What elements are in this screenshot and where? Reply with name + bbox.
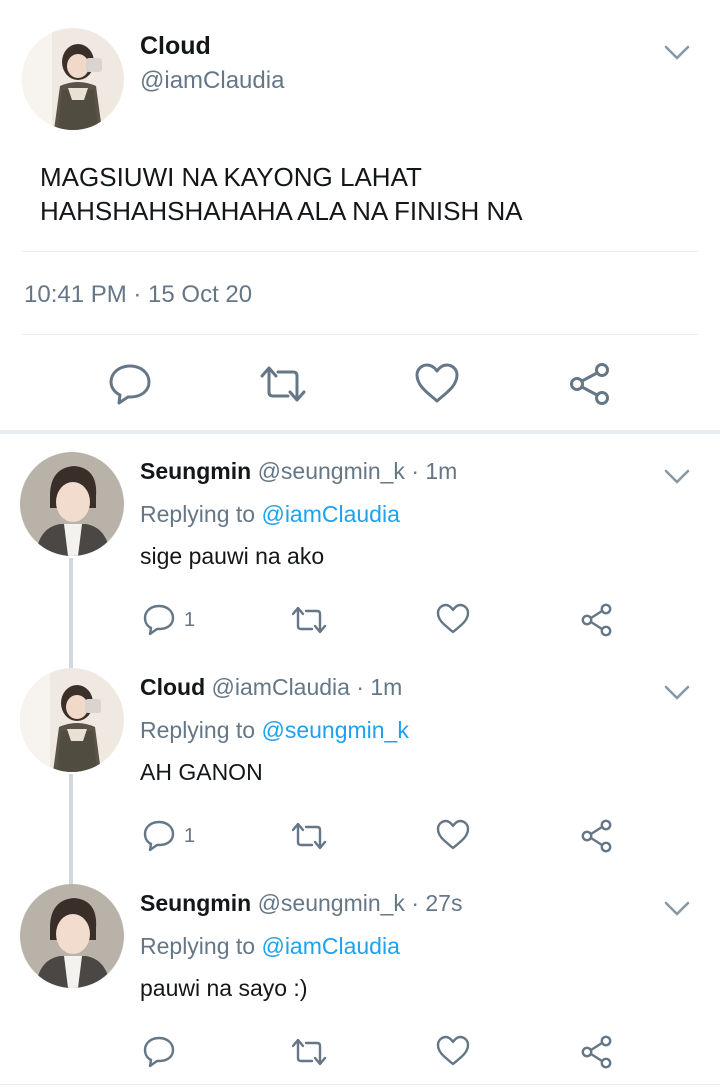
thread-connector: [69, 558, 73, 668]
divider: [22, 334, 698, 335]
reply-time[interactable]: · 27s: [411, 890, 462, 916]
like-icon[interactable]: [414, 362, 460, 404]
reply-icon[interactable]: [142, 820, 176, 852]
tweet-timestamp[interactable]: 10:41 PM · 15 Oct 20: [24, 281, 252, 309]
reply-time[interactable]: · 1m: [411, 458, 457, 484]
reply-author-handle[interactable]: @iamClaudia: [212, 674, 350, 700]
main-tweet-author-handle[interactable]: @iamClaudia: [140, 67, 284, 95]
chevron-down-icon[interactable]: [663, 44, 691, 62]
reply-count: 1: [184, 825, 196, 847]
share-icon[interactable]: [580, 819, 614, 853]
reply-header: Cloud @iamClaudia · 1m: [140, 674, 402, 701]
divider: [22, 251, 698, 252]
reply-author-name[interactable]: Cloud: [140, 674, 205, 700]
share-icon[interactable]: [580, 603, 614, 637]
avatar-seungmin[interactable]: [20, 452, 124, 556]
reply-text: pauwi na sayo :): [140, 975, 308, 1001]
replying-to-mention[interactable]: @iamClaudia: [261, 501, 399, 527]
replying-to-label: Replying to: [140, 717, 262, 743]
reply-author-name[interactable]: Seungmin: [140, 458, 251, 484]
replying-to-label: Replying to: [140, 933, 262, 959]
replying-to: Replying to @iamClaudia: [140, 933, 400, 960]
main-tweet-text-line1: MAGSIUWI NA KAYONG LAHAT: [40, 162, 422, 192]
retweet-icon[interactable]: [290, 821, 328, 851]
main-tweet-text: MAGSIUWI NA KAYONG LAHAT HAHSHAHSHAHAHA …: [40, 160, 680, 228]
retweet-icon[interactable]: [290, 605, 328, 635]
like-icon[interactable]: [436, 1035, 470, 1067]
main-tweet-author-name[interactable]: Cloud: [140, 32, 211, 61]
chevron-down-icon[interactable]: [663, 900, 691, 918]
reply-author-name[interactable]: Seungmin: [140, 890, 251, 916]
divider: [0, 1084, 720, 1085]
avatar-cloud[interactable]: [22, 28, 124, 130]
replying-to: Replying to @seungmin_k: [140, 717, 409, 744]
retweet-icon[interactable]: [290, 1037, 328, 1067]
chevron-down-icon[interactable]: [663, 684, 691, 702]
chevron-down-icon[interactable]: [663, 468, 691, 486]
share-icon[interactable]: [580, 1035, 614, 1069]
like-icon[interactable]: [436, 819, 470, 851]
avatar-cloud[interactable]: [20, 668, 124, 772]
reply-icon[interactable]: [142, 604, 176, 636]
main-tweet-text-line2: HAHSHAHSHAHAHA ALA NA FINISH NA: [40, 196, 523, 226]
replying-to-label: Replying to: [140, 501, 262, 527]
reply-author-handle[interactable]: @seungmin_k: [258, 890, 405, 916]
reply-text: AH GANON: [140, 759, 263, 785]
reply-header: Seungmin @seungmin_k · 27s: [140, 890, 462, 917]
reply-count: 1: [184, 609, 196, 631]
replying-to: Replying to @iamClaudia: [140, 501, 400, 528]
replying-to-mention[interactable]: @iamClaudia: [261, 933, 399, 959]
reply-text: sige pauwi na ako: [140, 543, 325, 569]
section-separator: [0, 430, 720, 434]
reply-time[interactable]: · 1m: [356, 674, 402, 700]
avatar-seungmin[interactable]: [20, 884, 124, 988]
like-icon[interactable]: [436, 603, 470, 635]
retweet-icon[interactable]: [258, 364, 308, 404]
reply-author-handle[interactable]: @seungmin_k: [258, 458, 405, 484]
reply-icon[interactable]: [108, 363, 152, 405]
share-icon[interactable]: [568, 362, 612, 406]
reply-icon[interactable]: [142, 1036, 176, 1068]
reply-header: Seungmin @seungmin_k · 1m: [140, 458, 457, 485]
replying-to-mention[interactable]: @seungmin_k: [261, 717, 408, 743]
thread-connector: [69, 774, 73, 884]
